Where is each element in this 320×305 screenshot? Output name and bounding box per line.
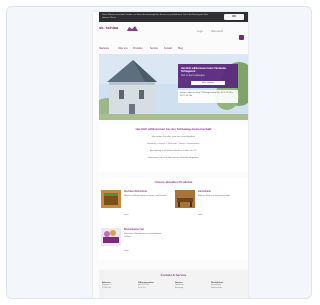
product-image[interactable] [175, 190, 195, 208]
footer-link[interactable]: Beratung [175, 287, 209, 290]
hero-subtitle: Text zu den Leistungen [181, 75, 205, 77]
product-image[interactable] [101, 228, 121, 246]
product-more-link[interactable]: mehr [198, 214, 203, 216]
hero-banner: Herzlich willkommen beim Vierlande-Schla… [99, 54, 248, 120]
site-footer: Kontakt & Service Adresse Hauptstr. 1 12… [99, 270, 248, 298]
welcome-line: Ausstellung und Verkauf direkt im Laden … [149, 150, 198, 152]
footer-column: Service Lieferung Beratung [175, 282, 209, 290]
hero-cta-button[interactable]: Mehr erfahren [191, 81, 225, 85]
cart-link[interactable]: Warenkorb [211, 30, 223, 33]
footer-column: Öffnungszeiten Mo–Fr 9–18 Sa 9–13 [138, 282, 172, 290]
product-description: Robuste Bank aus heimischem Holz. [198, 195, 231, 197]
footer-column: Rechtliches Impressum Datenschutz [211, 282, 245, 290]
footer-title: Kontakt & Service [160, 273, 187, 277]
welcome-line: Hier finden Sie alles rund um unser Ange… [151, 136, 196, 138]
cookie-accept-button[interactable]: OK [224, 14, 244, 20]
product-description: Dekorative Pflanzkästen in verschiedenen… [124, 233, 162, 238]
footer-item: Sa 9–13 [138, 287, 146, 289]
main-nav: Startseite Über uns Produkte Service Kon… [99, 46, 244, 51]
products-title: Unsere aktuellen Produkte [154, 180, 193, 184]
product-image[interactable] [101, 190, 121, 208]
website-screenshot: Diese Website verwendet Cookies, um Ihne… [93, 12, 248, 298]
product-title[interactable]: Gartenbank [198, 191, 244, 194]
nav-item-about[interactable]: Über uns [118, 46, 128, 51]
hero-card: Herzlich willkommen beim Vierlande-Schla… [178, 64, 238, 88]
nav-item-service[interactable]: Service [150, 46, 158, 51]
nav-item-blog[interactable]: Blog [178, 46, 183, 51]
products-section: Unsere aktuellen Produkte Hochbeet Eiche… [99, 178, 248, 260]
cookie-bar: Diese Website verwendet Cookies, um Ihne… [99, 12, 248, 22]
login-link[interactable]: Login [197, 30, 203, 33]
logo-icon[interactable] [126, 25, 139, 32]
hero-info-text: Unser Laden im Dorf: Öffnungszeiten Mo–F… [180, 92, 234, 97]
product-title[interactable]: Blumenkasten Set [124, 229, 168, 232]
welcome-line: Informieren Sie sich über unsere aktuell… [147, 157, 200, 159]
welcome-title: Herzlich willkommen bei der Schlawag-Gem… [135, 127, 212, 131]
product-more-link[interactable]: mehr [124, 250, 129, 252]
footer-item: 12345 Ort [102, 287, 111, 289]
footer-link[interactable]: Datenschutz [211, 287, 245, 290]
nav-item-products[interactable]: Produkte [133, 46, 143, 51]
welcome-link-line[interactable]: Beratung • Service • Werkstatt • Garten … [109, 143, 238, 146]
hero-title: Herzlich willkommen beim Vierlande-Schla… [181, 67, 227, 74]
hero-info-strip: Unser Laden im Dorf: Öffnungszeiten Mo–F… [178, 90, 238, 103]
cart-icon[interactable] [239, 35, 244, 40]
product-title[interactable]: Hochbeet Eichenholz [124, 191, 168, 194]
nav-item-home[interactable]: Startseite [99, 46, 109, 51]
product-description: Massives Holzhochbeet für Garten und Ter… [124, 195, 168, 197]
welcome-section: Herzlich willkommen bei der Schlawag-Gem… [99, 124, 248, 172]
footer-column: Adresse Hauptstr. 1 12345 Ort [102, 282, 136, 290]
product-more-link[interactable]: mehr [124, 214, 129, 216]
site-logo-text[interactable]: sk. schlau [99, 26, 118, 30]
cookie-text: Diese Website verwendet Cookies, um Ihne… [102, 14, 209, 19]
nav-item-contact[interactable]: Kontakt [164, 46, 172, 51]
browser-frame: Diese Website verwendet Cookies, um Ihne… [6, 6, 312, 299]
